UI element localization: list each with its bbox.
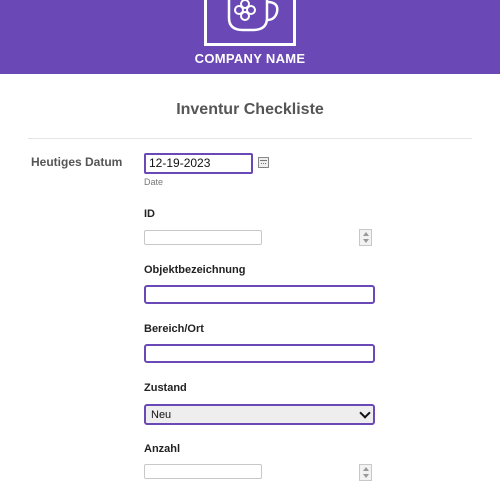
form-title: Inventur Checkliste (176, 101, 324, 118)
date-label: Heutiges Datum (31, 155, 123, 169)
objektbezeichnung-input[interactable] (144, 285, 375, 304)
bereich-label: Bereich/Ort (144, 323, 204, 335)
objektbezeichnung-label: Objektbezeichnung (144, 264, 246, 276)
spinner-up-icon[interactable] (363, 232, 369, 236)
date-input[interactable]: 12-19-2023 (144, 153, 253, 174)
id-spinner[interactable] (359, 229, 372, 246)
company-logo (204, 0, 296, 46)
spinner-down-icon[interactable] (363, 239, 369, 243)
anzahl-spinner[interactable] (359, 464, 372, 481)
header-banner: COMPANY NAME (0, 0, 500, 74)
company-name: COMPANY NAME (194, 51, 306, 66)
title-divider (28, 138, 472, 139)
mug-icon (227, 0, 279, 32)
id-label: ID (144, 208, 155, 220)
anzahl-label: Anzahl (144, 443, 181, 455)
chevron-down-icon (359, 407, 371, 419)
spinner-up-icon[interactable] (363, 467, 369, 471)
calendar-icon[interactable] (258, 157, 269, 168)
id-input[interactable] (144, 230, 262, 245)
date-sublabel: Date (144, 177, 164, 187)
zustand-select[interactable]: Neu (144, 404, 375, 425)
bereich-input[interactable] (144, 344, 375, 363)
zustand-label: Zustand (144, 382, 187, 394)
spinner-down-icon[interactable] (363, 474, 369, 478)
zustand-selected-value: Neu (151, 409, 172, 421)
anzahl-input[interactable] (144, 464, 262, 479)
